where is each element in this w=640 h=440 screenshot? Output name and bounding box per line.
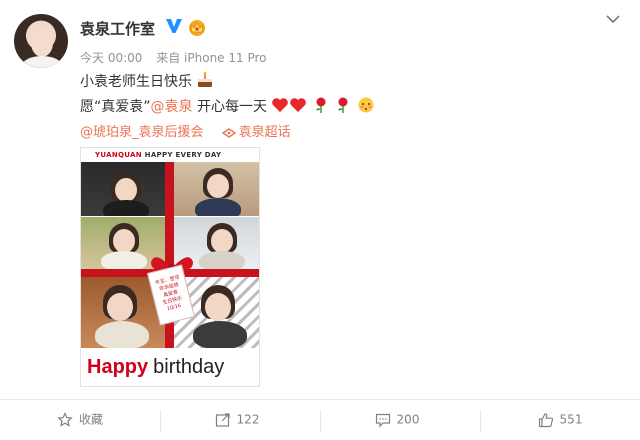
like-button[interactable]: 551 bbox=[480, 400, 640, 440]
weibo-post-card: 袁泉工作室 今天 00:00 来自 iPhone 11 Pro 小袁老师生日快乐… bbox=[0, 0, 640, 440]
supertopic-icon bbox=[221, 127, 236, 138]
repost-button[interactable]: 122 bbox=[157, 400, 317, 440]
image-header: YUANQUAN HAPPY EVERY DAY bbox=[81, 148, 259, 162]
comment-count: 200 bbox=[396, 412, 420, 427]
action-bar: 收藏 122 200 551 bbox=[0, 400, 640, 440]
repost-icon bbox=[215, 412, 230, 427]
favorite-label: 收藏 bbox=[78, 412, 103, 427]
collage-photo bbox=[173, 162, 259, 216]
birthday-text: birthday bbox=[153, 356, 225, 378]
author-name[interactable]: 袁泉工作室 bbox=[80, 18, 155, 39]
mention-yuanquan-link[interactable]: @袁泉 bbox=[151, 99, 193, 115]
image-header-text: HAPPY EVERY DAY bbox=[144, 151, 222, 159]
post-text-line1: 小袁老师生日快乐 bbox=[80, 71, 214, 91]
mention-fan-club-link[interactable]: @琥珀泉_袁泉后援会 bbox=[80, 125, 204, 140]
post-source[interactable]: 来自 iPhone 11 Pro bbox=[156, 51, 266, 65]
post-text-line3: @琥珀泉_袁泉后援会 袁泉超话 bbox=[80, 121, 291, 140]
star-icon bbox=[57, 411, 73, 427]
heart-emoji-icon bbox=[272, 98, 289, 112]
thumbs-up-icon bbox=[538, 412, 553, 427]
wish-prefix-text: 愿“真爱袁” bbox=[80, 99, 151, 115]
shy-face-emoji-icon bbox=[358, 97, 374, 113]
post-time[interactable]: 今天 00:00 bbox=[80, 51, 142, 65]
birthday-wish-text: 小袁老师生日快乐 bbox=[80, 74, 192, 90]
author-avatar[interactable] bbox=[14, 14, 68, 68]
comment-button[interactable]: 200 bbox=[317, 400, 477, 440]
image-footer: Happy birthday bbox=[81, 348, 259, 386]
post-meta: 今天 00:00 来自 iPhone 11 Pro bbox=[80, 49, 277, 66]
rose-emoji-icon bbox=[315, 97, 326, 113]
chevron-down-icon[interactable] bbox=[606, 14, 620, 24]
heart-emoji-icon bbox=[290, 98, 307, 112]
post-text-line2: 愿“真爱袁”@袁泉 开心每一天 bbox=[80, 96, 375, 116]
verified-v-icon bbox=[166, 19, 182, 33]
cake-emoji-icon bbox=[198, 71, 213, 87]
favorite-button[interactable]: 收藏 bbox=[0, 400, 160, 440]
supertopic-link[interactable]: 袁泉超话 bbox=[239, 125, 291, 140]
comment-icon bbox=[375, 413, 390, 427]
collage-photo bbox=[81, 162, 169, 216]
rose-emoji-icon bbox=[338, 97, 348, 113]
image-brand-text: YUANQUAN bbox=[95, 151, 142, 159]
wish-suffix-text: 开心每一天 bbox=[192, 99, 267, 115]
happy-text: Happy bbox=[87, 356, 149, 378]
crown-badge-icon[interactable] bbox=[186, 17, 208, 37]
repost-count: 122 bbox=[236, 412, 260, 427]
post-image[interactable]: YUANQUAN HAPPY EVERY DAY 冬至、苍穹 年华绽放 真爱袁 … bbox=[80, 147, 260, 387]
like-count: 551 bbox=[559, 412, 583, 427]
